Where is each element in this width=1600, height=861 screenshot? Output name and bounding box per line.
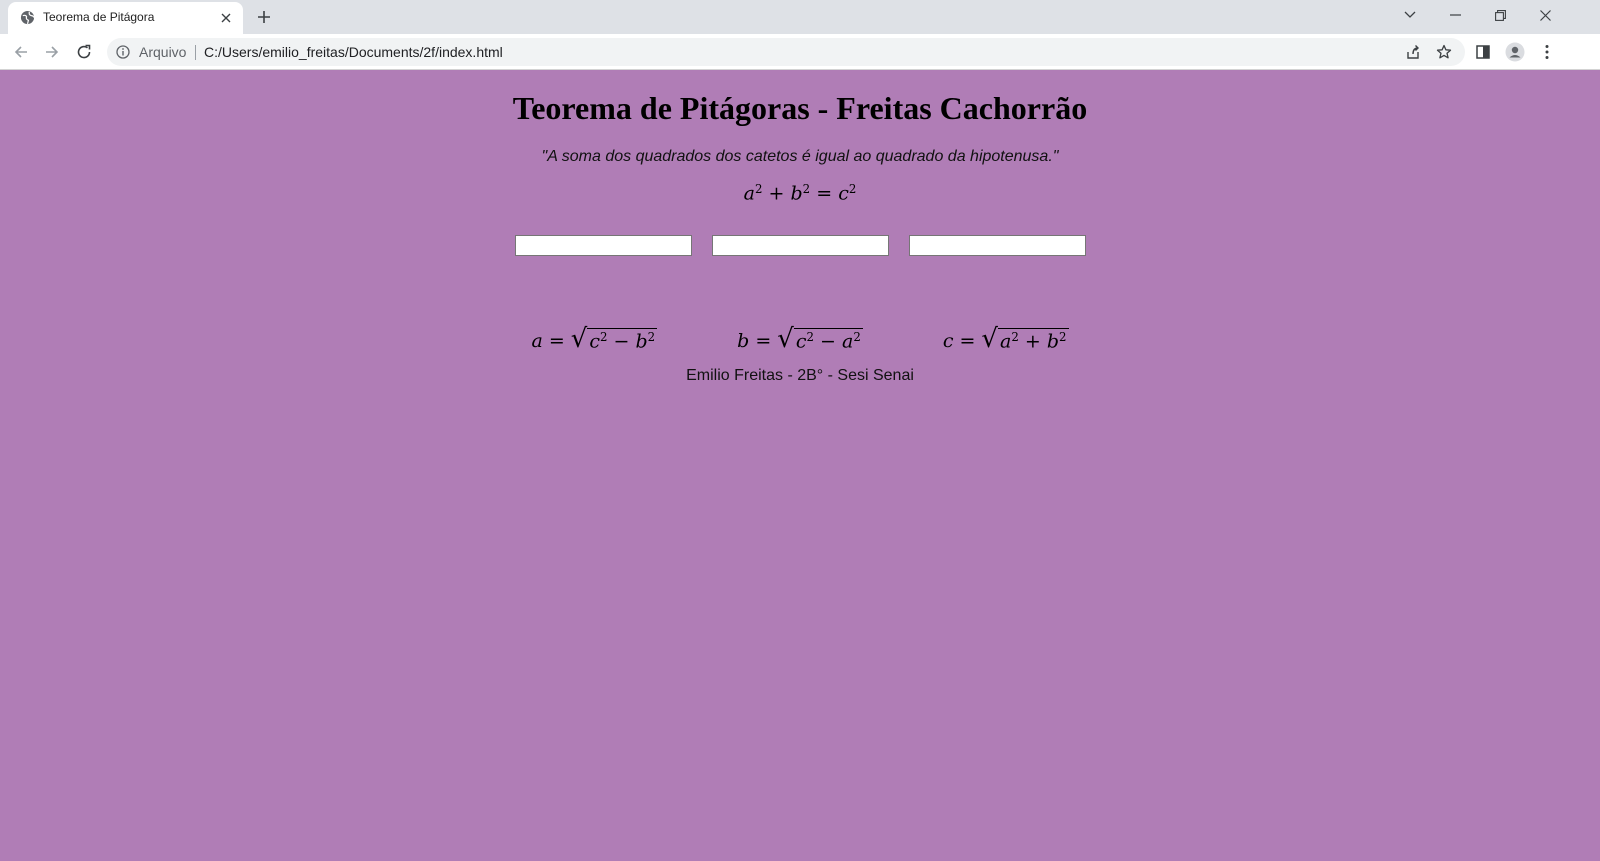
term-x: a (999, 330, 1012, 353)
operator: + (1024, 330, 1041, 353)
radical-sign-icon: √ (570, 324, 588, 354)
radicand: c2 − a2 (793, 327, 863, 353)
square-root: √ c2 − a2 (777, 326, 863, 352)
browser-toolbar: Arquivo C:/Users/emilio_freitas/Document… (0, 34, 1600, 70)
formula-lhs: b (737, 330, 750, 352)
globe-icon (20, 10, 35, 25)
solve-formulas: a = √ c2 − b2 b = √ c2 − a2 c = √ a2 + b… (0, 326, 1600, 352)
radical-sign-icon: √ (981, 324, 998, 354)
input-a[interactable] (514, 235, 692, 256)
term-y: b (635, 330, 648, 353)
square-root: √ c2 − b2 (570, 324, 658, 354)
square-root: √ a2 + b2 (981, 324, 1069, 354)
omnibox-divider (195, 45, 196, 60)
side-panel-icon[interactable] (1469, 38, 1497, 66)
side-inputs (0, 235, 1600, 256)
site-info-label[interactable]: Arquivo (139, 44, 186, 60)
exponent: 2 (853, 329, 861, 344)
url-text[interactable]: C:/Users/emilio_freitas/Documents/2f/ind… (204, 44, 503, 60)
radicand: c2 − b2 (587, 327, 658, 353)
var-c: c (838, 182, 849, 205)
exponent: 2 (754, 182, 763, 196)
bookmark-star-icon[interactable] (1430, 38, 1458, 66)
formula-lhs: a (531, 330, 543, 352)
term-x: c (589, 330, 600, 353)
radicand: a2 + b2 (997, 327, 1069, 353)
input-c[interactable] (908, 235, 1086, 256)
exponent: 2 (1059, 329, 1067, 344)
exponent: 2 (647, 329, 656, 344)
back-arrow-icon[interactable] (7, 38, 35, 66)
tab-title: Teorema de Pitágora (43, 10, 155, 24)
equals-sign: = (755, 330, 772, 352)
share-icon[interactable] (1399, 38, 1427, 66)
term-y: a (842, 330, 854, 353)
equals-sign: = (816, 182, 833, 205)
formula-a: a = √ c2 − b2 (531, 324, 658, 354)
exponent: 2 (806, 329, 814, 344)
address-bar[interactable]: Arquivo C:/Users/emilio_freitas/Document… (107, 38, 1465, 66)
exponent: 2 (599, 329, 608, 344)
minimize-icon[interactable] (1432, 0, 1478, 30)
operator: − (820, 330, 836, 353)
browser-tab[interactable]: Teorema de Pitágora (8, 2, 243, 34)
close-tab-icon[interactable] (217, 9, 235, 27)
page-content: Teorema de Pitágoras - Freitas Cachorrão… (0, 70, 1600, 861)
radical-sign-icon: √ (777, 324, 794, 354)
exponent: 2 (802, 182, 811, 196)
profile-avatar-icon[interactable] (1501, 38, 1529, 66)
var-a: a (743, 182, 755, 205)
theorem-quote: "A soma dos quadrados dos catetos é igua… (541, 148, 1059, 165)
new-tab-button[interactable] (252, 5, 276, 29)
exponent: 2 (848, 182, 857, 196)
tab-search-icon[interactable] (1387, 0, 1433, 30)
formula-b: b = √ c2 − a2 (737, 326, 863, 352)
term-y: b (1046, 330, 1059, 353)
input-b[interactable] (711, 235, 889, 256)
equals-sign: = (959, 330, 976, 352)
formula-lhs: c (942, 330, 954, 352)
info-icon[interactable] (116, 45, 130, 59)
plus-sign: + (768, 182, 785, 205)
operator: − (613, 330, 630, 353)
footer-credit: Emilio Freitas - 2B° - Sesi Senai (686, 367, 914, 384)
equals-sign: = (548, 330, 565, 352)
forward-arrow-icon[interactable] (38, 38, 66, 66)
term-x: c (795, 330, 807, 353)
menu-kebab-icon[interactable] (1533, 38, 1561, 66)
var-b: b (790, 182, 803, 205)
close-window-icon[interactable] (1522, 0, 1568, 30)
exponent: 2 (1011, 329, 1019, 344)
restore-icon[interactable] (1477, 0, 1523, 30)
formula-c: c = √ a2 + b2 (943, 326, 1069, 352)
pythagorean-formula: a2 + b2 = c2 (0, 182, 1600, 204)
tab-strip: Teorema de Pitágora (0, 0, 1600, 34)
page-title: Teorema de Pitágoras - Freitas Cachorrão (512, 90, 1088, 126)
reload-icon[interactable] (70, 38, 98, 66)
